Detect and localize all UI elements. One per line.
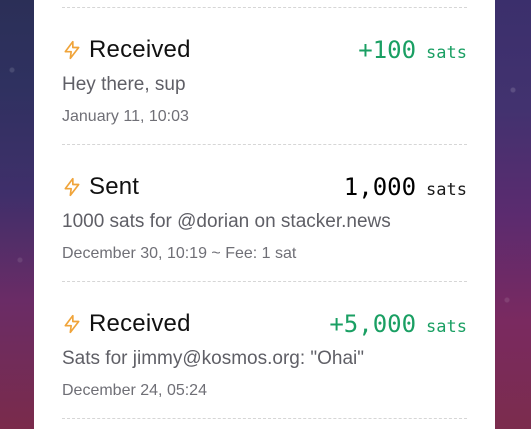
transaction-description: 1000 sats for @dorian on stacker.news (62, 211, 391, 232)
transaction-type: Received (89, 310, 191, 337)
transaction-amount-group: +100 sats (358, 36, 467, 64)
lightning-bolt-icon (64, 40, 80, 60)
transaction-amount: 1,000 (343, 173, 417, 201)
transaction-amount-group: 1,000 sats (344, 173, 467, 201)
transaction-item[interactable]: Received +100 sats Hey there, sup Januar… (62, 8, 467, 144)
transaction-type: Received (89, 36, 191, 63)
transaction-header: Received +5,000 sats (62, 304, 467, 344)
transactions-card: Received +100 sats Hey there, sup Januar… (34, 0, 495, 429)
transaction-amount-group: +5,000 sats (329, 310, 467, 338)
transaction-type: Sent (89, 173, 140, 200)
lightning-bolt-icon (64, 314, 80, 334)
transaction-item[interactable]: Sent 1,000 sats 1000 sats for @dorian on… (62, 145, 467, 281)
lightning-bolt-icon (64, 177, 80, 197)
transaction-list: Received +100 sats Hey there, sup Januar… (62, 0, 467, 419)
transaction-unit: sats (426, 43, 467, 63)
transaction-meta: December 30, 10:19 ~ Fee: 1 sat (62, 245, 297, 262)
background-left (0, 0, 34, 429)
divider (62, 418, 467, 419)
transaction-type-group: Received (62, 310, 191, 338)
transaction-amount: +100 (358, 36, 417, 64)
transaction-unit: sats (426, 180, 467, 200)
transaction-description: Hey there, sup (62, 74, 186, 95)
transaction-unit: sats (426, 317, 467, 337)
background-right (495, 0, 531, 429)
transaction-item[interactable]: Received +5,000 sats Sats for jimmy@kosm… (62, 282, 467, 418)
transaction-meta: January 11, 10:03 (62, 108, 189, 125)
transaction-meta: December 24, 05:24 (62, 382, 207, 399)
transaction-header: Received +100 sats (62, 30, 467, 70)
transaction-type-group: Received (62, 36, 191, 64)
transaction-type-group: Sent (62, 173, 139, 201)
transaction-description: Sats for jimmy@kosmos.org: "Ohai" (62, 348, 365, 369)
transaction-header: Sent 1,000 sats (62, 167, 467, 207)
transaction-amount: +5,000 (329, 310, 417, 338)
